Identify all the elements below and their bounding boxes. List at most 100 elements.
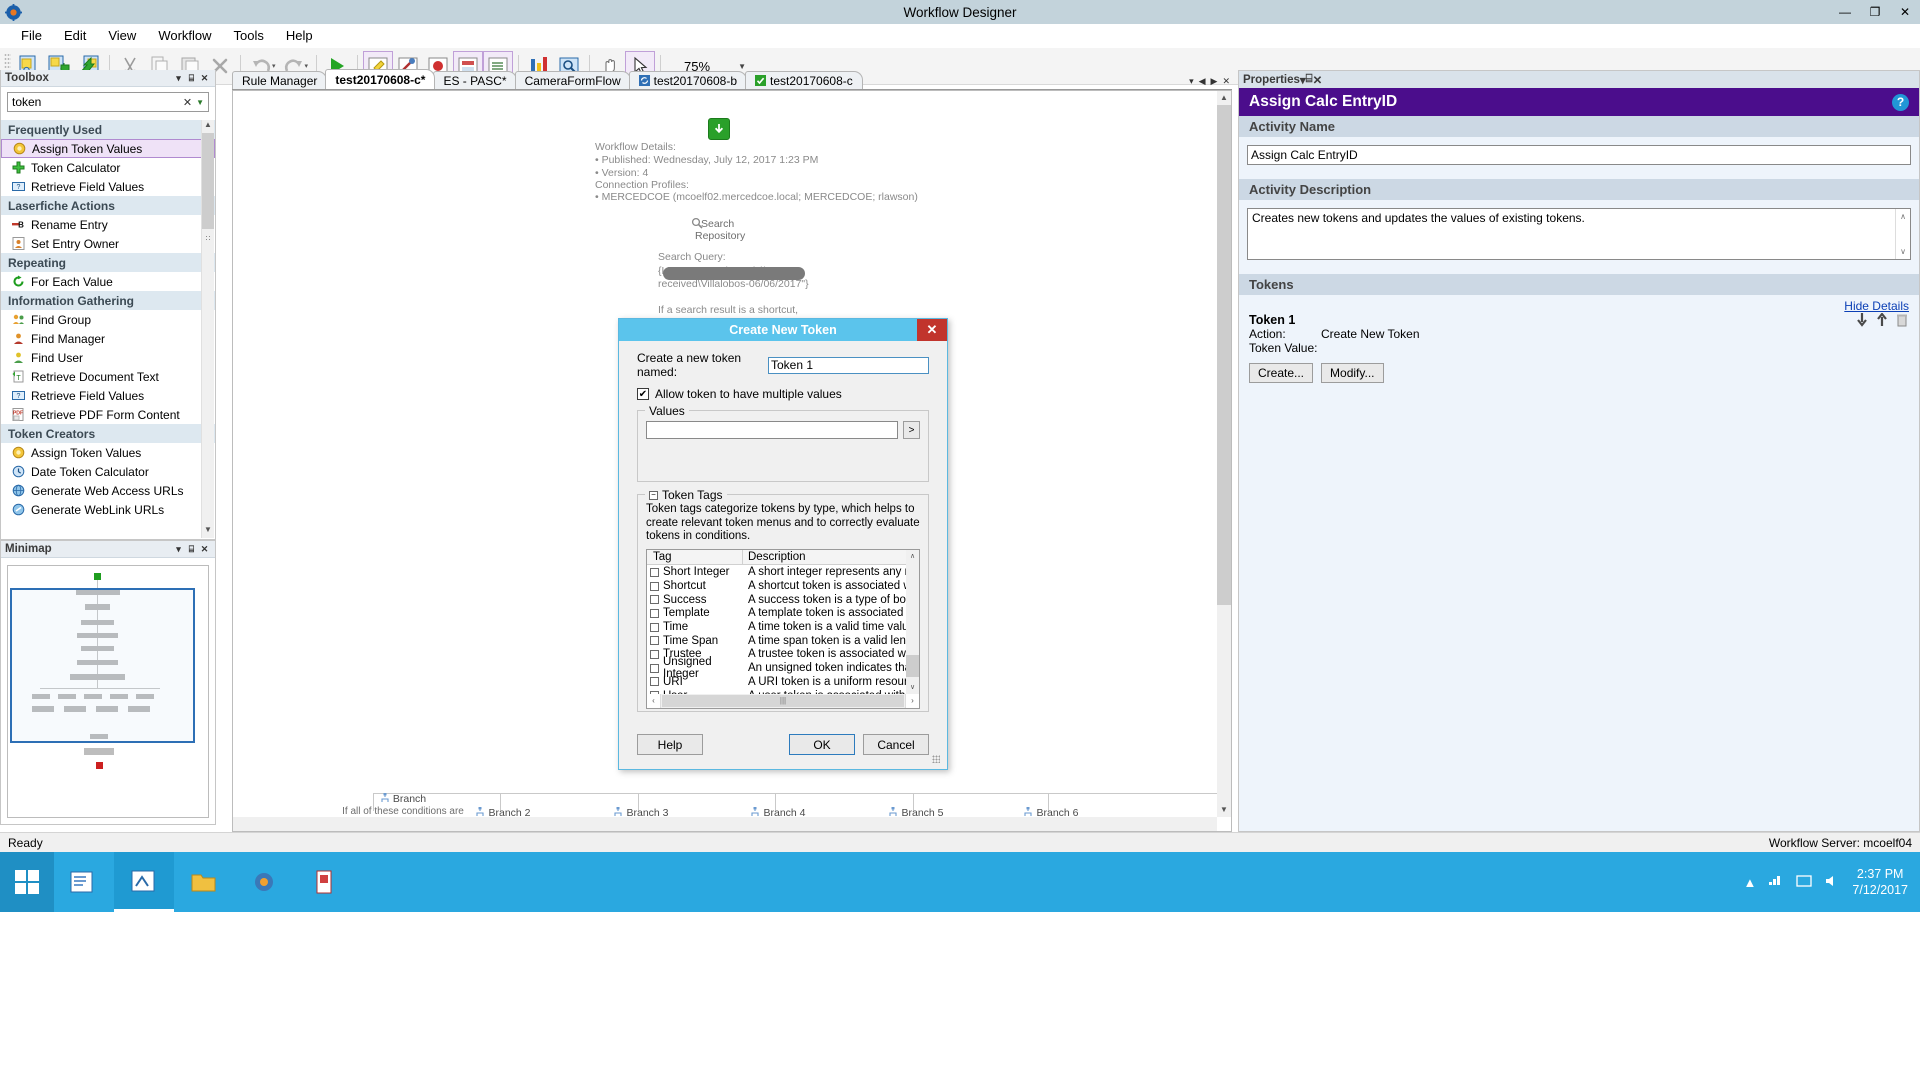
- menu-item-view[interactable]: View: [97, 25, 147, 46]
- multi-values-row[interactable]: ✔ Allow token to have multiple values: [637, 387, 929, 401]
- canvas-scroll-down-icon[interactable]: ▼: [1217, 803, 1231, 817]
- tray-expand-icon[interactable]: ▲: [1744, 875, 1757, 890]
- taskbar-clock[interactable]: 2:37 PM 7/12/2017: [1852, 866, 1908, 898]
- menu-item-help[interactable]: Help: [275, 25, 324, 46]
- dialog-resize-grip[interactable]: [932, 755, 940, 763]
- workflow-start-node[interactable]: [708, 118, 730, 140]
- toolbox-item-find-manager[interactable]: Find Manager: [1, 329, 215, 348]
- help-button[interactable]: Help: [637, 734, 703, 755]
- tags-horizontal-scrollbar[interactable]: ‹ ||| ›: [647, 693, 919, 708]
- close-button[interactable]: ✕: [1890, 0, 1920, 24]
- tabstrip-close-icon[interactable]: ✕: [1222, 76, 1230, 87]
- properties-pin-icon[interactable]: ⌸: [1306, 73, 1313, 86]
- toolbox-item-generate-weblink-urls[interactable]: Generate WebLink URLs: [1, 500, 215, 519]
- toolbox-item-find-group[interactable]: Find Group: [1, 310, 215, 329]
- tag-checkbox[interactable]: [650, 595, 659, 605]
- activity-name-input[interactable]: [1247, 145, 1911, 165]
- branch-node-3[interactable]: Branch 3 If all of these conditions are …: [571, 807, 711, 817]
- arrow-down-icon[interactable]: [1855, 313, 1869, 330]
- tag-checkbox[interactable]: [650, 608, 659, 618]
- toolbox-item-find-user[interactable]: Find User: [1, 348, 215, 367]
- menu-item-edit[interactable]: Edit: [53, 25, 97, 46]
- tag-checkbox[interactable]: [650, 581, 659, 591]
- table-row[interactable]: Success A success token is a type of boo…: [647, 593, 906, 607]
- tags-scroll-down-icon[interactable]: ∨: [906, 681, 919, 694]
- toolbox-group-token-creators[interactable]: Token Creators: [1, 424, 215, 443]
- tags-scroll-up-icon[interactable]: ∧: [906, 550, 919, 563]
- branch-node-6[interactable]: Branch 6 If all of these conditions are …: [981, 807, 1121, 817]
- scrollbar-grip[interactable]: [205, 235, 212, 242]
- minimap-canvas[interactable]: [7, 565, 209, 818]
- toolbox-group-repeating[interactable]: Repeating: [1, 253, 215, 272]
- toolbox-item-token-calculator[interactable]: Token Calculator: [1, 158, 215, 177]
- value-token-picker-button[interactable]: >: [903, 421, 920, 439]
- tags-vscroll-thumb[interactable]: [906, 654, 919, 677]
- activity-description-textarea[interactable]: Creates new tokens and updates the value…: [1247, 208, 1911, 260]
- scroll-up-icon[interactable]: ▲: [202, 120, 214, 133]
- toolbox-item-retrieve-pdf-form-content[interactable]: PDF Retrieve PDF Form Content: [1, 405, 215, 424]
- collapse-icon[interactable]: −: [649, 490, 658, 500]
- tags-vertical-scrollbar[interactable]: ∧ ∨: [906, 549, 919, 694]
- toolbox-item-retrieve-document-text[interactable]: T Retrieve Document Text: [1, 367, 215, 386]
- taskbar-item-settings[interactable]: [234, 852, 294, 912]
- tray-volume-icon[interactable]: [1824, 874, 1840, 891]
- clear-search-icon[interactable]: ✕: [180, 96, 195, 109]
- toolbox-menu-icon[interactable]: ▾: [172, 73, 185, 84]
- minimap-viewport[interactable]: [10, 588, 195, 743]
- search-options-icon[interactable]: ▼: [195, 98, 208, 107]
- token-name-input[interactable]: [768, 356, 929, 374]
- minimap-menu-icon[interactable]: ▾: [172, 544, 185, 555]
- tab-test20170608-c-star[interactable]: test20170608-c*: [325, 69, 436, 89]
- branch-node-4[interactable]: Branch 4 If all of these conditions are …: [708, 807, 848, 817]
- menu-item-workflow[interactable]: Workflow: [147, 25, 222, 46]
- toolbox-search-input[interactable]: [8, 95, 180, 109]
- toolbox-pin-icon[interactable]: ⌸: [185, 73, 198, 84]
- tabstrip-next-icon[interactable]: ▶: [1211, 76, 1218, 87]
- branch-node-2[interactable]: Branch 2 If all of these conditions are …: [433, 807, 573, 817]
- column-header-description[interactable]: Description: [743, 550, 919, 564]
- toolbox-item-date-token-calculator[interactable]: Date Token Calculator: [1, 462, 215, 481]
- taskbar-item-explorer[interactable]: [54, 852, 114, 912]
- tags-hscroll-thumb[interactable]: |||: [662, 694, 904, 707]
- table-row[interactable]: URI A URI token is a uniform resource id…: [647, 675, 906, 689]
- arrow-up-icon[interactable]: [1875, 312, 1889, 330]
- cancel-button[interactable]: Cancel: [863, 734, 929, 755]
- scrollbar-thumb[interactable]: [202, 133, 214, 229]
- dialog-close-button[interactable]: ✕: [917, 319, 947, 341]
- menu-item-file[interactable]: File: [10, 25, 53, 46]
- toolbox-group-frequently-used[interactable]: Frequently Used: [1, 120, 215, 139]
- branch-node-5[interactable]: Branch 5 If all of these conditions are …: [846, 807, 986, 817]
- tray-network-icon[interactable]: [1768, 874, 1784, 891]
- toolbox-item-rename-entry[interactable]: B Rename Entry: [1, 215, 215, 234]
- hide-details-link[interactable]: Hide Details: [1844, 299, 1909, 313]
- description-scroll-up-icon[interactable]: ∧: [1896, 209, 1910, 224]
- tag-checkbox[interactable]: [650, 677, 659, 687]
- scroll-down-icon[interactable]: ▼: [202, 525, 214, 538]
- canvas-vscroll-thumb[interactable]: [1217, 105, 1231, 605]
- toolbox-item-for-each-value[interactable]: For Each Value: [1, 272, 215, 291]
- tab-cameraformflow[interactable]: CameraFormFlow: [514, 71, 631, 89]
- table-row[interactable]: Time Span A time span token is a valid l…: [647, 634, 906, 648]
- taskbar-item-workflow-designer[interactable]: [114, 852, 174, 912]
- table-row[interactable]: Template A template token is associated …: [647, 607, 906, 621]
- menu-item-tools[interactable]: Tools: [223, 25, 275, 46]
- toolbox-item-retrieve-field-values-2[interactable]: ? Retrieve Field Values: [1, 386, 215, 405]
- taskbar-item-app[interactable]: [294, 852, 354, 912]
- toolbox-item-assign-token-values[interactable]: Assign Token Values: [1, 139, 215, 158]
- minimap-close-icon[interactable]: ✕: [198, 544, 211, 555]
- table-row[interactable]: Short Integer A short integer represents…: [647, 566, 906, 580]
- canvas-horizontal-scrollbar[interactable]: [233, 817, 1217, 831]
- toolbox-group-laserfiche-actions[interactable]: Laserfiche Actions: [1, 196, 215, 215]
- help-icon[interactable]: ?: [1892, 93, 1909, 111]
- tab-test20170608-c[interactable]: test20170608-c: [745, 71, 863, 89]
- canvas-vertical-scrollbar[interactable]: ▲ ▼: [1217, 91, 1231, 817]
- properties-close-icon[interactable]: ✕: [1313, 73, 1323, 87]
- tag-checkbox[interactable]: [650, 636, 659, 646]
- table-row[interactable]: Time A time token is a valid time value …: [647, 620, 906, 634]
- minimap-pin-icon[interactable]: ⌸: [185, 544, 198, 555]
- column-header-tag[interactable]: Tag: [647, 549, 743, 564]
- toolbox-search-box[interactable]: ✕ ▼: [7, 92, 209, 112]
- description-scrollbar[interactable]: ∧ ∨: [1895, 209, 1910, 259]
- tag-checkbox[interactable]: [650, 567, 659, 577]
- taskbar-item-folder[interactable]: [174, 852, 234, 912]
